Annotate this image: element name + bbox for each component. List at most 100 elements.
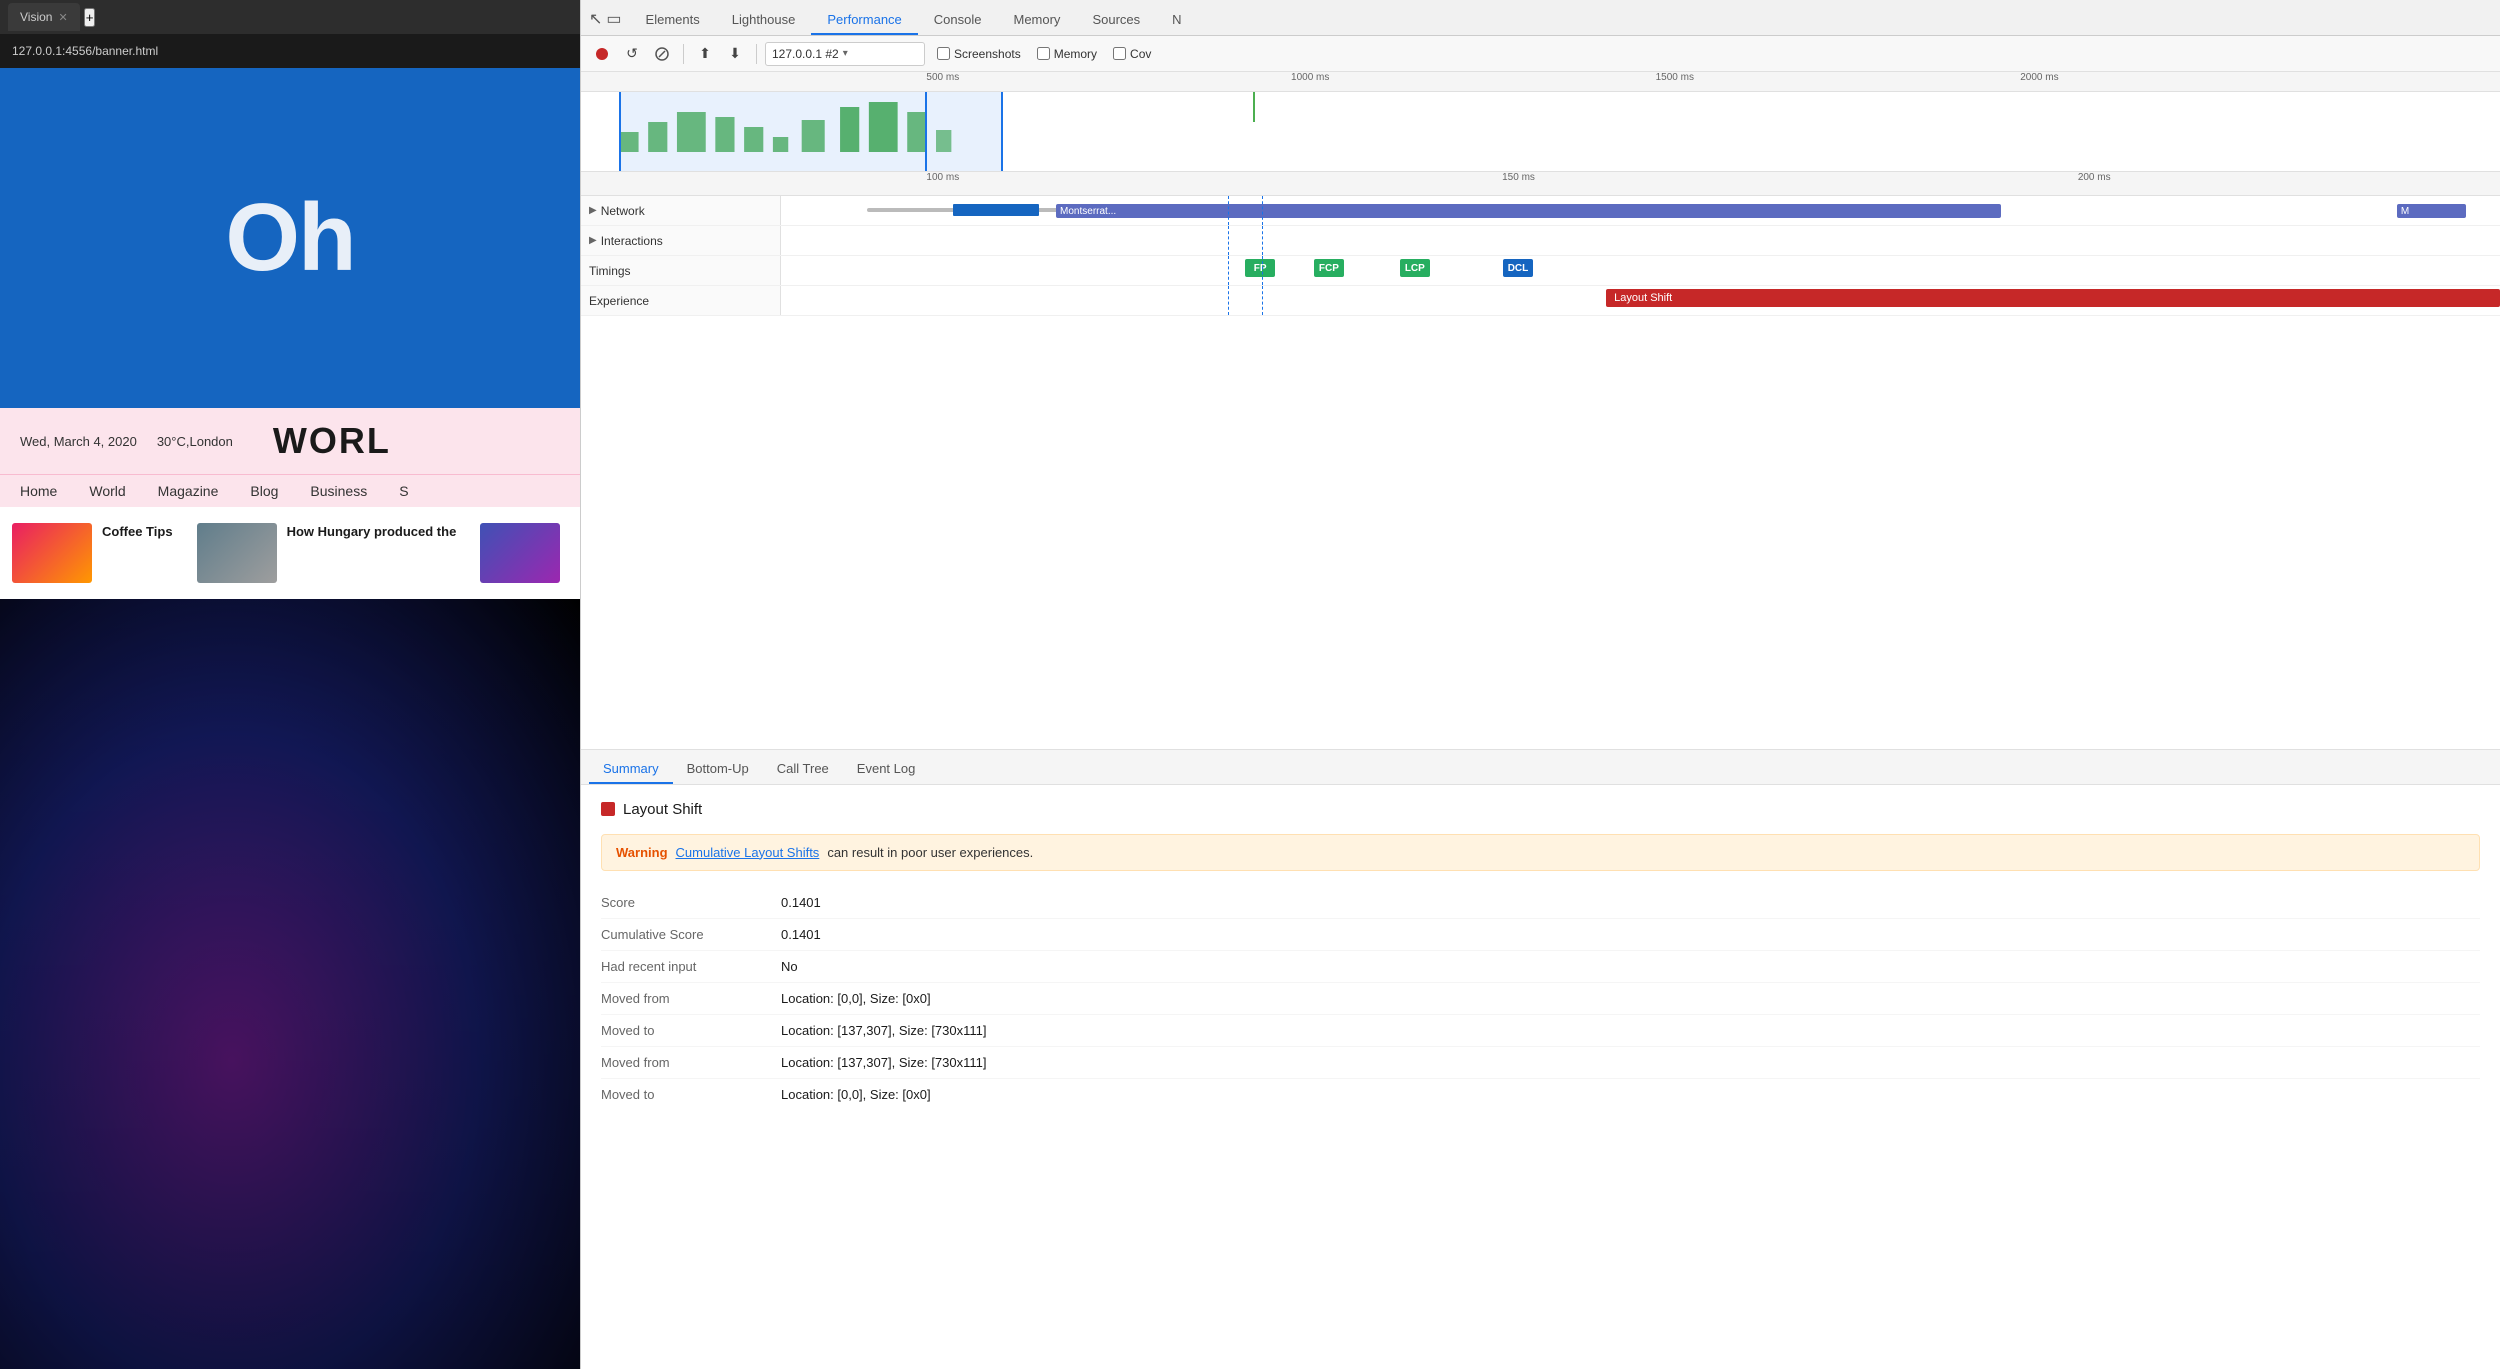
- news-card-3[interactable]: [468, 523, 572, 583]
- screenshots-checkbox-input[interactable]: [937, 47, 950, 60]
- tab-sources[interactable]: Sources: [1076, 6, 1156, 35]
- detail-row-moved-to-1: Moved to Location: [137,307], Size: [730…: [601, 1015, 2480, 1047]
- news-card-2[interactable]: How Hungary produced the: [185, 523, 469, 583]
- tab-elements[interactable]: Elements: [630, 6, 716, 35]
- devtools-tab-bar: ↖ ▭ Elements Lighthouse Performance Cons…: [581, 0, 2500, 36]
- tab-network-extra[interactable]: N: [1156, 6, 1197, 35]
- memory-checkbox[interactable]: Memory: [1037, 47, 1097, 61]
- tab-event-log[interactable]: Event Log: [843, 755, 930, 784]
- detail-title-row: Layout Shift: [601, 801, 2480, 818]
- tab-memory[interactable]: Memory: [997, 6, 1076, 35]
- cursor-icon[interactable]: ↖: [589, 9, 602, 29]
- memory-checkbox-input[interactable]: [1037, 47, 1050, 60]
- interactions-expand-icon[interactable]: ▶: [589, 235, 597, 246]
- record-icon: [595, 47, 609, 61]
- overview-ruler: 500 ms 1000 ms 1500 ms 2000 ms: [581, 72, 2500, 92]
- nav-blog[interactable]: Blog: [250, 483, 278, 499]
- news-card-2-title: How Hungary produced the: [287, 523, 457, 541]
- new-tab-button[interactable]: +: [84, 8, 96, 27]
- network-m-bar[interactable]: M: [2397, 204, 2466, 218]
- detail-ruler-100ms: 100 ms: [926, 172, 959, 183]
- timeline-overview[interactable]: 500 ms 1000 ms 1500 ms 2000 ms: [581, 72, 2500, 172]
- experience-dashed-1: [1228, 286, 1229, 315]
- tab-lighthouse[interactable]: Lighthouse: [716, 6, 812, 35]
- ruler-mark-2000ms: 2000 ms: [2020, 72, 2058, 83]
- network-track: ▶ Network Montserrat... M: [581, 196, 2500, 226]
- browser-panel: Vision ✕ + 127.0.0.1:4556/banner.html Oh…: [0, 0, 580, 1369]
- tab-summary[interactable]: Summary: [589, 755, 673, 784]
- layout-shift-bar[interactable]: Layout Shift: [1606, 289, 2500, 307]
- news-weather: 30°C,London: [157, 434, 233, 449]
- timings-track: Timings FP FCP LCP DCL: [581, 256, 2500, 286]
- browser-tab[interactable]: Vision ✕: [8, 3, 80, 31]
- memory-label: Memory: [1054, 47, 1097, 61]
- tab-console[interactable]: Console: [918, 6, 998, 35]
- network-expand-icon[interactable]: ▶: [589, 205, 597, 216]
- cls-link[interactable]: Cumulative Layout Shifts: [676, 845, 820, 860]
- coverage-checkbox[interactable]: Cov: [1113, 47, 1151, 61]
- nav-home[interactable]: Home: [20, 483, 57, 499]
- hero-text: Oh: [225, 183, 354, 293]
- device-icon[interactable]: ▭: [606, 9, 621, 29]
- tab-performance[interactable]: Performance: [811, 6, 917, 35]
- record-button[interactable]: [589, 41, 615, 67]
- overview-selection[interactable]: [619, 92, 1003, 172]
- timings-track-content: FP FCP LCP DCL: [781, 256, 2500, 285]
- network-track-label[interactable]: ▶ Network: [581, 196, 781, 225]
- nav-business[interactable]: Business: [310, 483, 367, 499]
- nav-world[interactable]: World: [89, 483, 125, 499]
- timings-track-label: Timings: [581, 256, 781, 285]
- nav-magazine[interactable]: Magazine: [158, 483, 219, 499]
- profile-selector[interactable]: 127.0.0.1 #2 ▾: [765, 42, 925, 66]
- nav-more[interactable]: S: [399, 483, 408, 499]
- tab-close-icon[interactable]: ✕: [58, 11, 67, 24]
- coverage-checkbox-input[interactable]: [1113, 47, 1126, 60]
- tab-call-tree[interactable]: Call Tree: [763, 755, 843, 784]
- interactions-label: Interactions: [601, 234, 663, 248]
- selection-end-handle[interactable]: [925, 92, 927, 172]
- toolbar-separator-2: [756, 44, 757, 64]
- news-card-3-image: [480, 523, 560, 583]
- fcp-badge[interactable]: FCP: [1314, 259, 1344, 277]
- toolbar-separator-1: [683, 44, 684, 64]
- detail-row-recent-input: Had recent input No: [601, 951, 2480, 983]
- fp-badge[interactable]: FP: [1245, 259, 1275, 277]
- screenshots-label: Screenshots: [954, 47, 1021, 61]
- news-card-1[interactable]: Coffee Tips: [0, 523, 185, 583]
- detail-row-moved-from-2: Moved from Location: [137,307], Size: [7…: [601, 1047, 2480, 1079]
- tab-bottom-up[interactable]: Bottom-Up: [673, 755, 763, 784]
- moved-to-1-value: Location: [137,307], Size: [730x111]: [781, 1023, 987, 1038]
- screenshots-checkbox[interactable]: Screenshots: [937, 47, 1021, 61]
- address-bar[interactable]: 127.0.0.1:4556/banner.html: [0, 34, 580, 68]
- network-montserrat-bar[interactable]: Montserrat...: [1056, 204, 2001, 218]
- detail-row-cumulative-score: Cumulative Score 0.1401: [601, 919, 2480, 951]
- chevron-down-icon: ▾: [843, 48, 848, 59]
- moved-to-2-value: Location: [0,0], Size: [0x0]: [781, 1087, 931, 1102]
- score-value: 0.1401: [781, 895, 821, 910]
- interactions-track-label[interactable]: ▶ Interactions: [581, 226, 781, 255]
- download-button[interactable]: ⬇: [722, 41, 748, 67]
- lcp-badge[interactable]: LCP: [1400, 259, 1430, 277]
- news-date: Wed, March 4, 2020: [20, 434, 137, 449]
- clear-icon: [655, 47, 669, 61]
- concert-image: [0, 599, 580, 1369]
- network-track-content: Montserrat... M: [781, 196, 2500, 225]
- detail-row-moved-to-2: Moved to Location: [0,0], Size: [0x0]: [601, 1079, 2480, 1110]
- bottom-tab-bar: Summary Bottom-Up Call Tree Event Log: [581, 749, 2500, 785]
- cumulative-score-key: Cumulative Score: [601, 927, 761, 942]
- news-site-title: WORL: [273, 420, 391, 462]
- browser-tab-bar: Vision ✕ +: [0, 0, 580, 34]
- news-card-1-title: Coffee Tips: [102, 523, 173, 541]
- upload-button[interactable]: ⬆: [692, 41, 718, 67]
- detail-title-text: Layout Shift: [623, 801, 702, 818]
- network-bar-blue: [953, 204, 1039, 216]
- refresh-button[interactable]: ↺: [619, 41, 645, 67]
- detail-ruler: 100 ms 150 ms 200 ms: [581, 172, 2500, 196]
- experience-track-content: Layout Shift: [781, 286, 2500, 315]
- coverage-label: Cov: [1130, 47, 1151, 61]
- timings-dashed-2: [1262, 256, 1263, 285]
- experience-track: Experience Layout Shift: [581, 286, 2500, 316]
- dcl-badge[interactable]: DCL: [1503, 259, 1533, 277]
- clear-button[interactable]: [649, 41, 675, 67]
- toolbar-checkboxes: Screenshots Memory Cov: [937, 47, 1151, 61]
